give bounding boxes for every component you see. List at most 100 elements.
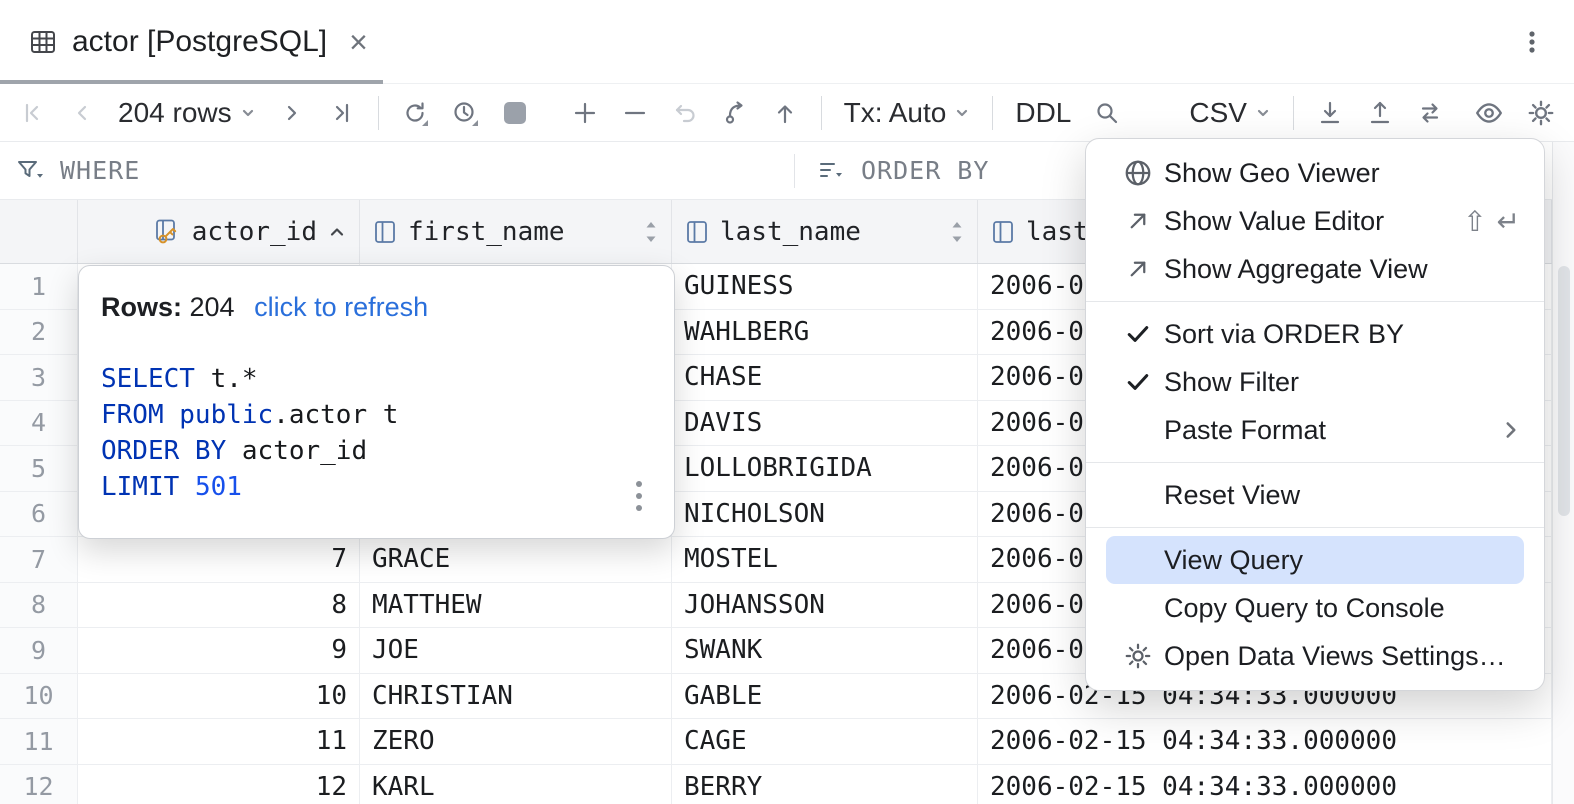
transfer-icon[interactable] (1416, 99, 1444, 127)
row-number[interactable]: 10 (0, 674, 78, 720)
settings-icon[interactable] (1526, 98, 1556, 128)
cell-actor-id[interactable]: 9 (78, 628, 360, 674)
menu-item-shortcut: ⇧↵ (1463, 205, 1530, 238)
menu-item-label: Show Aggregate View (1164, 254, 1524, 285)
cell-first-name[interactable]: KARL (360, 765, 672, 804)
page-size-dropdown[interactable]: 204 rows (118, 97, 256, 129)
menu-item-open-data-views-settings[interactable]: Open Data Views Settings… (1086, 632, 1544, 680)
cell-actor-id[interactable]: 10 (78, 674, 360, 720)
next-page-icon[interactable] (278, 99, 306, 127)
cell-last-name[interactable]: CHASE (672, 355, 978, 401)
row-number[interactable]: 2 (0, 310, 78, 356)
open-in-window-icon (1112, 206, 1164, 236)
column-header-first-name[interactable]: first_name (360, 200, 672, 263)
column-header-last-name[interactable]: last_name (672, 200, 978, 263)
first-page-icon[interactable] (18, 99, 46, 127)
menu-separator (1086, 301, 1544, 302)
cell-actor-id[interactable]: 7 (78, 537, 360, 583)
stop-icon[interactable] (501, 99, 529, 127)
menu-item-copy-query-to-console[interactable]: Copy Query to Console (1086, 584, 1544, 632)
tab-actor-postgresql[interactable]: actor [PostgreSQL] × (0, 0, 390, 83)
menu-item-show-value-editor[interactable]: Show Value Editor⇧↵ (1086, 197, 1544, 245)
menu-item-label: Open Data Views Settings… (1164, 641, 1524, 672)
column-name: first_name (408, 217, 565, 247)
ddl-button[interactable]: DDL (1015, 97, 1071, 129)
row-number[interactable]: 5 (0, 446, 78, 492)
cell-last-name[interactable]: SWANK (672, 628, 978, 674)
cell-last-name[interactable]: DAVIS (672, 401, 978, 447)
cell-last-name[interactable]: BERRY (672, 765, 978, 804)
cell-last-name[interactable]: JOHANSSON (672, 583, 978, 629)
menu-item-reset-view[interactable]: Reset View (1086, 471, 1544, 519)
sort-ascending-icon[interactable] (327, 222, 347, 242)
row-number[interactable]: 3 (0, 355, 78, 401)
row-number[interactable]: 6 (0, 492, 78, 538)
order-by-filter[interactable]: ORDER BY (795, 156, 989, 185)
menu-item-sort-via-order-by[interactable]: Sort via ORDER BY (1086, 310, 1544, 358)
cell-last-name[interactable]: GUINESS (672, 264, 978, 310)
preview-icon[interactable] (1474, 98, 1504, 128)
menu-item-paste-format[interactable]: Paste Format (1086, 406, 1544, 454)
previous-page-icon[interactable] (68, 99, 96, 127)
commit-icon[interactable] (771, 99, 799, 127)
submenu-icon (1498, 417, 1524, 443)
ellipsis-icon[interactable] (626, 476, 652, 516)
row-number[interactable]: 1 (0, 264, 78, 310)
cell-last-update[interactable]: 2006-02-15 04:34:33.000000 (978, 719, 1552, 765)
column-name: actor_id (192, 217, 317, 247)
export-format-dropdown[interactable]: CSV (1189, 97, 1271, 129)
last-page-icon[interactable] (328, 99, 356, 127)
cell-last-update[interactable]: 2006-02-15 04:34:33.000000 (978, 765, 1552, 804)
sort-icon (817, 157, 847, 185)
sort-toggle-icon[interactable] (949, 219, 965, 245)
import-icon[interactable] (1366, 99, 1394, 127)
row-number[interactable]: 7 (0, 537, 78, 583)
menu-item-show-aggregate-view[interactable]: Show Aggregate View (1086, 245, 1544, 293)
cell-last-name[interactable]: WAHLBERG (672, 310, 978, 356)
delete-row-icon[interactable] (621, 99, 649, 127)
search-icon[interactable] (1093, 99, 1121, 127)
open-in-window-icon (1112, 254, 1164, 284)
more-options-icon[interactable] (1518, 28, 1546, 56)
refresh-icon[interactable] (401, 99, 429, 127)
cell-actor-id[interactable]: 8 (78, 583, 360, 629)
row-number[interactable]: 11 (0, 719, 78, 765)
close-icon[interactable]: × (349, 26, 368, 58)
row-number[interactable]: 9 (0, 628, 78, 674)
cell-first-name[interactable]: MATTHEW (360, 583, 672, 629)
column-header-actor-id[interactable]: actor_id (78, 200, 360, 263)
history-icon[interactable] (451, 99, 479, 127)
menu-item-view-query[interactable]: View Query (1106, 536, 1524, 584)
scrollbar-thumb[interactable] (1558, 266, 1570, 516)
where-filter[interactable]: WHERE (0, 156, 794, 185)
cell-actor-id[interactable]: 12 (78, 765, 360, 804)
cell-first-name[interactable]: CHRISTIAN (360, 674, 672, 720)
revert-icon[interactable] (671, 99, 699, 127)
cell-last-name[interactable]: GABLE (672, 674, 978, 720)
cell-last-name[interactable]: LOLLOBRIGIDA (672, 446, 978, 492)
cell-actor-id[interactable]: 11 (78, 719, 360, 765)
key-column-icon (152, 218, 182, 246)
add-row-icon[interactable] (571, 99, 599, 127)
tooltip-header: Rows: 204 click to refresh (101, 292, 652, 323)
row-number[interactable]: 8 (0, 583, 78, 629)
cell-last-name[interactable]: MOSTEL (672, 537, 978, 583)
submit-icon[interactable] (721, 99, 749, 127)
sort-toggle-icon[interactable] (643, 219, 659, 245)
cell-first-name[interactable]: JOE (360, 628, 672, 674)
cell-last-name[interactable]: NICHOLSON (672, 492, 978, 538)
cell-first-name[interactable]: ZERO (360, 719, 672, 765)
row-number[interactable]: 12 (0, 765, 78, 804)
menu-item-show-filter[interactable]: Show Filter (1086, 358, 1544, 406)
vertical-scrollbar[interactable] (1552, 142, 1574, 804)
filter-icon (16, 157, 46, 185)
transaction-mode-dropdown[interactable]: Tx: Auto (844, 97, 971, 129)
cell-first-name[interactable]: GRACE (360, 537, 672, 583)
menu-separator (1086, 527, 1544, 528)
export-icon[interactable] (1316, 99, 1344, 127)
refresh-link[interactable]: click to refresh (254, 292, 428, 322)
tab-bar: actor [PostgreSQL] × (0, 0, 1574, 84)
row-number[interactable]: 4 (0, 401, 78, 447)
cell-last-name[interactable]: CAGE (672, 719, 978, 765)
menu-item-show-geo-viewer[interactable]: Show Geo Viewer (1086, 149, 1544, 197)
